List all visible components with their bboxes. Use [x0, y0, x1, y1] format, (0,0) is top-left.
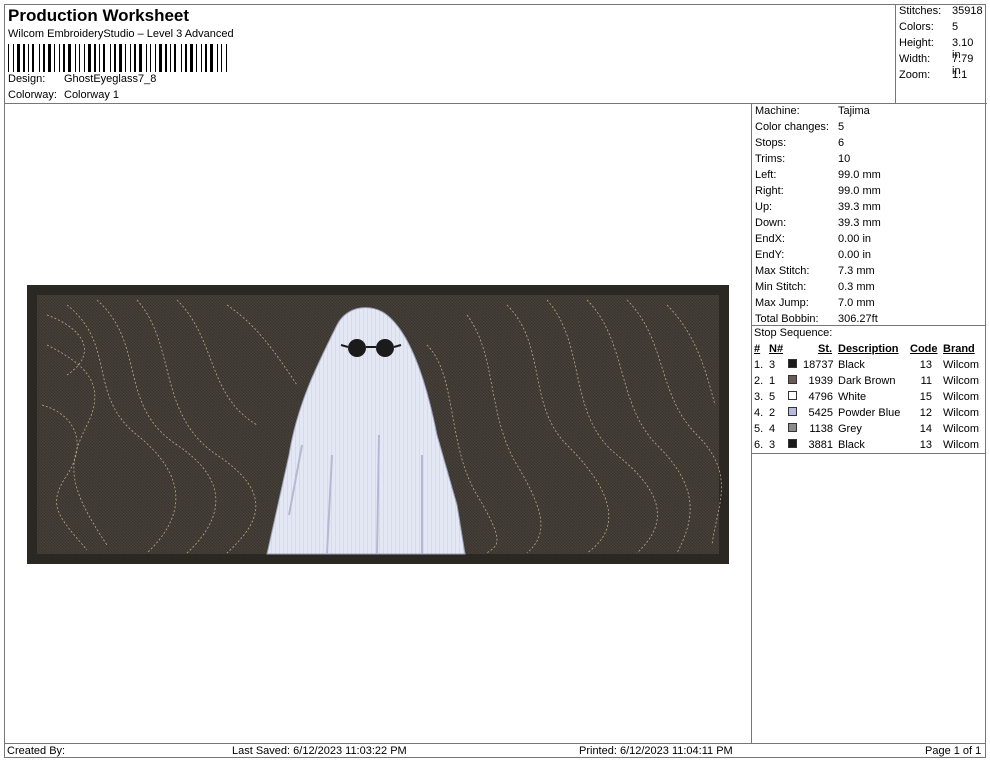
color-swatch: [788, 391, 797, 400]
stop-index: 6.: [754, 439, 764, 451]
software-name: Wilcom EmbroideryStudio – Level 3 Advanc…: [8, 28, 234, 40]
summary-row: Height: 3.10 in: [899, 37, 974, 61]
thread-brand: Wilcom: [943, 375, 980, 387]
embroidery-preview: [27, 285, 729, 564]
colorway-label: Colorway:: [8, 89, 57, 101]
info-row: EndY: 0.00 in: [755, 249, 872, 261]
printed-date: Printed: 6/12/2023 11:04:11 PM: [579, 745, 733, 757]
worksheet-header: Production Worksheet Wilcom EmbroiderySt…: [4, 4, 895, 104]
summary-row: Colors: 5: [899, 21, 959, 33]
stop-row: 5. 4 1138 Grey 14 Wilcom: [751, 423, 986, 439]
created-by: Created By:: [7, 745, 66, 757]
col-header-index: #: [754, 343, 761, 355]
info-row: Machine: Tajima: [755, 105, 870, 117]
stitch-count: 1939: [808, 375, 833, 387]
color-description: Powder Blue: [838, 407, 901, 419]
col-header-brand: Brand: [943, 343, 975, 355]
color-code: 15: [919, 391, 932, 403]
color-description: Black: [838, 359, 865, 371]
thread-brand: Wilcom: [943, 423, 980, 435]
thread-brand: Wilcom: [943, 439, 980, 451]
design-value: GhostEyeglass7_8: [64, 73, 157, 85]
stop-row: 4. 2 5425 Powder Blue 12 Wilcom: [751, 407, 986, 423]
info-row: Left: 99.0 mm: [755, 169, 881, 181]
stop-sequence-table: Stop Sequence: # N# St. Description Code…: [751, 325, 986, 454]
barcode: [8, 44, 232, 72]
needle-number: 3: [769, 439, 776, 451]
design-label: Design:: [8, 73, 46, 85]
stitch-count: 3881: [808, 439, 833, 451]
info-row: Trims: 10: [755, 153, 851, 165]
stitch-count: 18737: [803, 359, 834, 371]
info-row: EndX: 0.00 in: [755, 233, 872, 245]
color-swatch: [788, 423, 797, 432]
thread-brand: Wilcom: [943, 391, 980, 403]
stop-sequence-title: Stop Sequence:: [754, 327, 833, 339]
needle-number: 5: [769, 391, 776, 403]
stitch-count: 1138: [809, 423, 833, 435]
col-header-stitches: St.: [818, 343, 833, 355]
color-description: Dark Brown: [838, 375, 896, 387]
info-row: Min Stitch: 0.3 mm: [755, 281, 875, 293]
needle-number: 1: [769, 375, 776, 387]
needle-number: 3: [769, 359, 776, 371]
stop-index: 4.: [754, 407, 764, 419]
color-code: 14: [919, 423, 932, 435]
info-row: Max Jump: 7.0 mm: [755, 297, 875, 309]
colorway-value: Colorway 1: [64, 89, 120, 101]
design-summary: Stitches: 35918 Colors: 5 Height: 3.10 in W…: [895, 4, 987, 104]
stitch-count: 4796: [808, 391, 833, 403]
summary-row: Zoom: 1:1: [899, 69, 968, 81]
col-header-needle: N#: [769, 343, 784, 355]
stop-index: 3.: [754, 391, 764, 403]
info-row: Color changes: 5: [755, 121, 845, 133]
info-row: Down: 39.3 mm: [755, 217, 881, 229]
summary-row: Width: 7.79 in: [899, 53, 974, 77]
info-row: Total Bobbin: 306.27ft: [755, 313, 878, 325]
color-swatch: [788, 359, 797, 368]
stop-index: 2.: [754, 375, 764, 387]
info-row: Stops: 6: [755, 137, 845, 149]
stop-row: 3. 5 4796 White 15 Wilcom: [751, 391, 986, 407]
stop-index: 1.: [754, 359, 764, 371]
color-code: 11: [920, 375, 932, 387]
color-code: 12: [919, 407, 932, 419]
needle-number: 2: [769, 407, 776, 419]
info-row: Up: 39.3 mm: [755, 201, 881, 213]
color-description: White: [838, 391, 867, 403]
info-row: Max Stitch: 7.3 mm: [755, 265, 875, 277]
color-swatch: [788, 439, 797, 448]
color-swatch: [788, 407, 797, 416]
last-saved: Last Saved: 6/12/2023 11:03:22 PM: [232, 745, 407, 757]
stop-row: 6. 3 3881 Black 13 Wilcom: [751, 439, 986, 455]
thread-brand: Wilcom: [943, 407, 980, 419]
color-description: Grey: [838, 423, 862, 435]
stitch-count: 5425: [808, 407, 833, 419]
col-header-description: Description: [838, 343, 899, 355]
worksheet-footer: Created By: Last Saved: 6/12/2023 11:03:…: [4, 743, 986, 759]
thread-brand: Wilcom: [943, 359, 980, 371]
needle-number: 4: [769, 423, 776, 435]
page-number: Page 1 of 1: [925, 745, 982, 757]
stop-index: 5.: [754, 423, 764, 435]
color-code: 13: [919, 359, 932, 371]
page-title: Production Worksheet: [8, 6, 190, 25]
summary-row: Stitches: 35918: [899, 5, 983, 17]
stop-row: 1. 3 18737 Black 13 Wilcom: [751, 359, 986, 375]
col-header-code: Code: [910, 343, 938, 355]
stop-row: 2. 1 1939 Dark Brown 11 Wilcom: [751, 375, 986, 391]
color-swatch: [788, 375, 797, 384]
color-code: 13: [919, 439, 932, 451]
color-description: Black: [838, 439, 865, 451]
info-row: Right: 99.0 mm: [755, 185, 881, 197]
